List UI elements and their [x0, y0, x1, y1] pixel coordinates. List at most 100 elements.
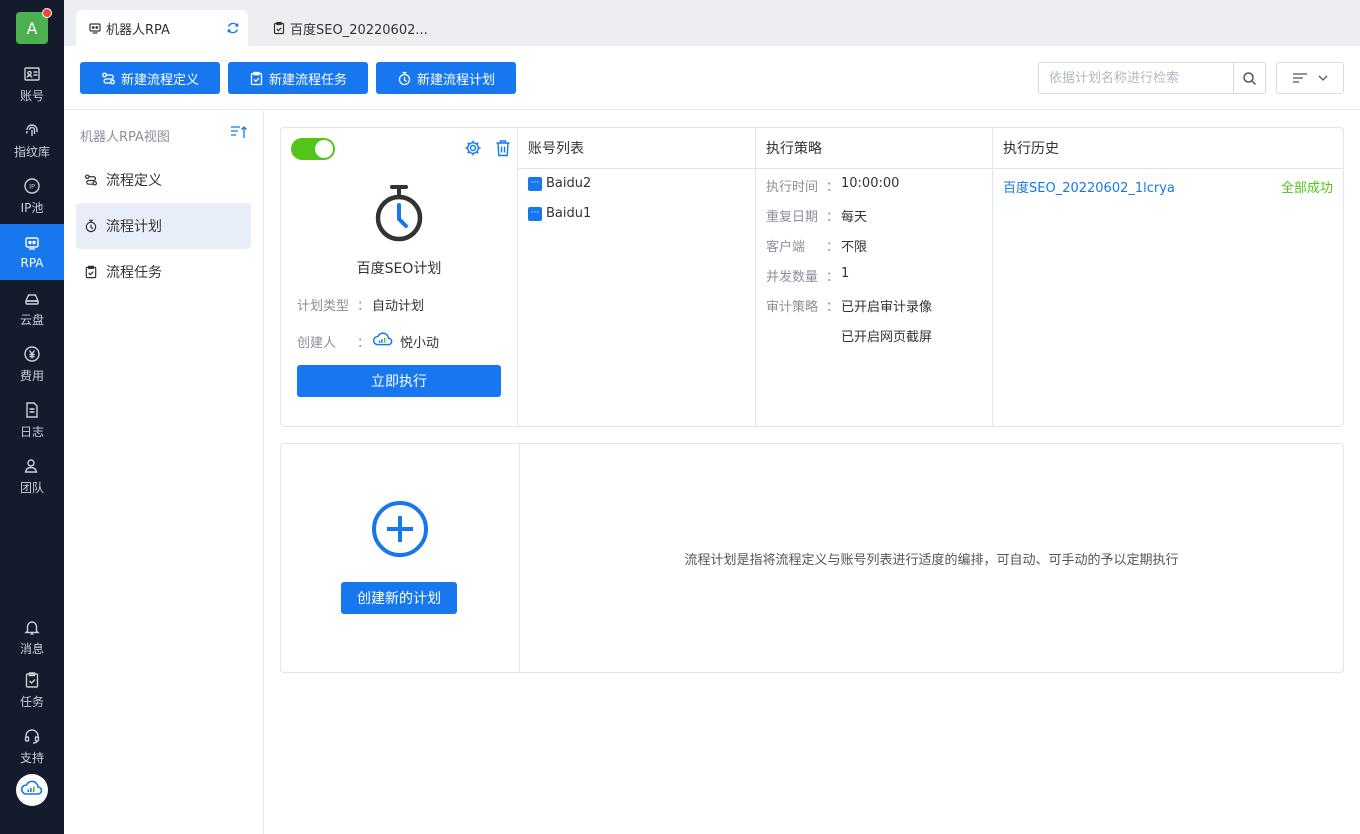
creator-avatar	[372, 332, 393, 346]
rail-item-cost[interactable]: 费用	[0, 336, 64, 392]
rail-item-label: IP池	[20, 200, 44, 215]
strategy-value: 10:00:00	[841, 176, 900, 191]
creator-label: 创建人	[297, 335, 337, 351]
creator-row: 创建人 ： 悦小动	[297, 331, 439, 351]
rail-item-tasks[interactable]: 任务	[0, 662, 64, 718]
toolbar: 新建流程定义 新建流程任务 新建流程计划	[64, 46, 1360, 110]
nav-item-flow-task[interactable]: 流程任务	[76, 249, 251, 295]
button-label: 新建流程计划	[416, 72, 495, 88]
new-flow-task-button[interactable]: 新建流程任务	[228, 62, 368, 94]
rail-item-messages[interactable]: 消息	[0, 609, 64, 665]
strategy-value: 每天	[841, 210, 868, 225]
strategy-value: 1	[841, 266, 850, 281]
robot-icon	[25, 237, 39, 250]
plan-search-box	[1038, 62, 1266, 94]
task-icon	[273, 21, 285, 35]
plan-type-value: 自动计划	[372, 299, 425, 314]
cloud-logo-icon	[20, 780, 43, 795]
nav-item-flow-plan[interactable]: 流程计划	[76, 203, 251, 249]
plan-description-hint: 流程计划是指将流程定义与账号列表进行适度的编排，可自动、可手动的予以定期执行	[519, 444, 1343, 672]
create-new-plan-button[interactable]: 创建新的计划	[341, 582, 457, 614]
rail-item-label: 云盘	[19, 312, 44, 327]
button-label: 立即执行	[371, 374, 427, 390]
strategy-label	[766, 326, 826, 345]
history-status: 全部成功	[1280, 181, 1333, 196]
brand-logo[interactable]	[16, 774, 48, 806]
strategy-row: 并发数量 ： 1	[766, 266, 849, 285]
rail-item-fingerprint[interactable]: 指纹库	[0, 112, 64, 168]
accounts-column: 账号列表 ··· Baidu2 ··· Baidu1	[517, 128, 755, 426]
strategy-row: 客户端 ：不限	[766, 236, 867, 255]
tab-robot-rpa[interactable]: 机器人RPA	[76, 10, 248, 46]
field-colon: ：	[357, 299, 371, 314]
strategy-row: 已开启网页截屏	[766, 326, 932, 345]
rail-item-label: 账号	[19, 88, 44, 103]
strategy-value: 已开启网页截屏	[841, 330, 933, 345]
fingerprint-icon	[25, 123, 38, 136]
new-plan-card: 创建新的计划 流程计划是指将流程定义与账号列表进行适度的编排，可自动、可手动的予…	[280, 443, 1344, 673]
headset-icon	[24, 728, 40, 744]
strategy-label: 审计策略	[766, 300, 819, 315]
trash-icon[interactable]	[495, 139, 511, 157]
new-flow-plan-button[interactable]: 新建流程计划	[376, 62, 516, 94]
refresh-icon[interactable]	[226, 21, 240, 35]
notification-dot	[42, 8, 52, 18]
rail-item-log[interactable]: 日志	[0, 392, 64, 448]
flow-definition-icon	[102, 72, 115, 84]
sort-dropdown[interactable]	[1276, 62, 1344, 94]
creator-name: 悦小动	[400, 335, 440, 351]
rail-item-ip[interactable]: IP IP池	[0, 168, 64, 224]
nav-item-label: 流程定义	[106, 173, 162, 189]
strategy-row: 审计策略 ：已开启审计录像	[766, 296, 932, 315]
avatar-letter: A	[26, 18, 38, 38]
left-rail: A 账号 指纹库 IP IP池 RPA 云盘 费用 日志 团队 消息 任务 支持	[0, 0, 64, 834]
strategy-header: 执行策略	[756, 128, 992, 169]
plus-circle-icon[interactable]	[371, 500, 429, 558]
tab-baidu-seo[interactable]: 百度SEO_20220602...	[260, 10, 440, 46]
gear-icon[interactable]	[464, 139, 482, 157]
flow-definition-icon	[84, 174, 98, 186]
plan-name: 百度SEO计划	[356, 261, 442, 277]
plan-search-input[interactable]	[1039, 63, 1233, 93]
sort-icon[interactable]	[230, 125, 248, 139]
rail-item-team[interactable]: 团队	[0, 448, 64, 504]
search-button[interactable]	[1233, 63, 1265, 93]
rail-item-rpa[interactable]: RPA	[0, 224, 64, 280]
history-run-link[interactable]: 百度SEO_20220602_1lcrya	[1003, 177, 1175, 196]
account-name: Baidu2	[546, 176, 592, 191]
nav-item-flow-definition[interactable]: 流程定义	[76, 157, 251, 203]
tab-label: 机器人RPA	[106, 22, 170, 38]
user-avatar[interactable]: A	[16, 8, 52, 44]
task-icon	[25, 671, 39, 688]
stopwatch-icon	[398, 71, 411, 85]
side-nav-title: 机器人RPA视图	[80, 130, 170, 145]
rail-item-account[interactable]: 账号	[0, 56, 64, 112]
tab-strip: 机器人RPA 百度SEO_20220602...	[64, 0, 1360, 46]
rail-item-cloud[interactable]: 云盘	[0, 280, 64, 336]
account-name: Baidu1	[546, 206, 592, 221]
rail-item-support[interactable]: 支持	[0, 718, 64, 774]
rail-item-label: 团队	[19, 480, 44, 495]
strategy-label: 重复日期	[766, 210, 819, 225]
execute-now-button[interactable]: 立即执行	[297, 365, 501, 397]
rail-item-label: 任务	[19, 694, 44, 709]
rail-item-label: 费用	[19, 368, 44, 383]
strategy-label: 执行时间	[766, 180, 819, 195]
strategy-column: 执行策略 执行时间： 10:00:00 重复日期：每天 客户端：不限 并发数量： 1…	[755, 128, 992, 426]
rail-item-label: 日志	[19, 424, 44, 439]
new-flow-definition-button[interactable]: 新建流程定义	[80, 62, 220, 94]
log-icon	[26, 401, 38, 418]
rail-item-label: RPA	[20, 256, 44, 270]
button-label: 新建流程定义	[120, 72, 199, 88]
account-item[interactable]: ··· Baidu2	[528, 176, 591, 191]
account-icon: ···	[528, 176, 542, 191]
account-card-icon	[24, 66, 40, 81]
rail-item-label: 指纹库	[13, 144, 50, 159]
accounts-header: 账号列表	[518, 128, 755, 169]
history-column: 执行历史 百度SEO_20220602_1lcrya 全部成功	[992, 128, 1343, 426]
plan-enable-toggle[interactable]	[291, 138, 335, 160]
yuan-icon	[24, 345, 40, 362]
account-item[interactable]: ··· Baidu1	[528, 206, 591, 221]
bell-icon	[24, 620, 40, 635]
tab-label: 百度SEO_20220602...	[290, 22, 428, 38]
